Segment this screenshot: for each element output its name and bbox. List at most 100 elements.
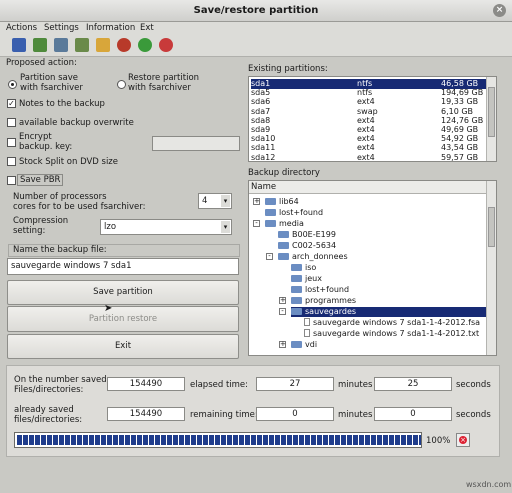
collapse-icon[interactable]: - — [266, 253, 273, 260]
partitions-scrollbar[interactable] — [486, 77, 496, 161]
folder-icon — [278, 253, 289, 260]
remaining-label: remaining time: — [190, 410, 258, 420]
help-icon[interactable] — [159, 38, 173, 52]
disk-save-icon[interactable] — [75, 38, 89, 52]
expand-icon[interactable]: + — [279, 341, 286, 348]
collapse-icon[interactable]: - — [253, 220, 260, 227]
radio-restore-partition[interactable] — [117, 80, 126, 89]
elapsed-minutes-value: 27 — [256, 377, 334, 391]
cancel-icon[interactable]: × — [456, 433, 470, 447]
menu-bar: Actions Settings Information Ext — [0, 22, 512, 35]
tree-item-label: sauvegarde windows 7 sda1-1-4-2012.fsa — [313, 318, 481, 327]
tree-file[interactable]: sauvegarde windows 7 sda1-1-4-2012.fsa — [304, 318, 480, 328]
tree-folder[interactable]: programmes — [291, 296, 356, 306]
file-icon — [304, 329, 310, 337]
folder-icon — [265, 198, 276, 205]
expand-icon[interactable]: + — [253, 198, 260, 205]
tree-folder[interactable]: lost+found — [265, 208, 323, 218]
partition-size: 59,57 GB — [441, 152, 479, 162]
proposed-action-label: Proposed action: — [6, 58, 77, 68]
refresh-icon[interactable] — [138, 38, 152, 52]
tree-folder[interactable]: jeux — [291, 274, 322, 284]
tree-item-label: lib64 — [279, 197, 299, 206]
backup-name-input[interactable]: sauvegarde windows 7 sda1 — [7, 258, 239, 275]
backup-directory-tree[interactable]: Name + lib64 lost+found - media B00E-E199 C002… — [248, 180, 497, 356]
exit-button[interactable]: Exit — [7, 334, 239, 359]
backup-name-label: Name the backup file: — [8, 244, 240, 257]
partition-fs: ext4 — [357, 152, 375, 162]
notes-label: Notes to the backup — [19, 99, 105, 109]
column-header-name[interactable]: Name — [249, 181, 486, 194]
file-icon — [304, 318, 310, 326]
folder-icon[interactable] — [96, 38, 110, 52]
folder-icon — [265, 209, 276, 216]
tree-file[interactable]: sauvegarde windows 7 sda1-1-4-2012.txt — [304, 329, 479, 339]
tree-folder[interactable]: arch_donnees — [278, 252, 348, 262]
progress-bar — [14, 432, 422, 448]
tree-item-label: jeux — [305, 274, 322, 283]
expand-icon[interactable]: + — [279, 297, 286, 304]
tree-folder[interactable]: C002-5634 — [278, 241, 336, 251]
partition-row[interactable]: sda12 ext4 59,57 GB — [251, 152, 487, 162]
tree-folder[interactable]: lost+found — [291, 285, 349, 295]
watermark: wsxdn.com — [466, 480, 512, 489]
compression-select[interactable]: lzo ▾ — [100, 219, 232, 235]
encrypt-label: Encrypt backup. key: — [19, 132, 73, 152]
existing-partitions-label: Existing partitions: — [248, 64, 328, 74]
partitions-list[interactable]: sda1 ntfs 46,58 GB sda5 ntfs 194,69 GB sda6 ext… — [248, 76, 497, 162]
radio-partition-save[interactable] — [8, 80, 17, 89]
window-title: Save/restore partition — [193, 5, 319, 16]
tree-item-label: lost+found — [305, 285, 350, 294]
scrollbar-thumb[interactable] — [488, 207, 495, 247]
close-window-icon[interactable]: × — [493, 4, 506, 17]
tree-folder[interactable]: lib64 — [265, 197, 299, 207]
save-pbr-checkbox[interactable] — [7, 176, 16, 185]
chevron-down-icon: ▾ — [221, 221, 230, 233]
compression-value: lzo — [104, 222, 117, 232]
toolbar — [0, 35, 512, 57]
folder-icon — [291, 341, 302, 348]
menu-ext[interactable]: Ext — [140, 23, 154, 33]
tree-item-label: arch_donnees — [292, 252, 348, 261]
scrollbar-thumb[interactable] — [488, 87, 495, 137]
processors-label: Number of processors cores for to be use… — [13, 192, 146, 212]
encrypt-checkbox[interactable] — [7, 138, 16, 147]
folder-icon — [291, 308, 302, 315]
partition-restore-button[interactable]: Partition restore — [7, 306, 239, 332]
tree-folder[interactable]: B00E-E199 — [278, 230, 336, 240]
seconds-label: seconds — [456, 410, 491, 420]
processors-select[interactable]: 4 ▾ — [198, 193, 232, 209]
tree-item-label: vdi — [305, 340, 318, 349]
tree-scrollbar[interactable] — [486, 181, 496, 355]
overwrite-checkbox[interactable] — [7, 118, 16, 127]
encryption-key-field[interactable] — [152, 136, 240, 151]
save-partition-button[interactable]: Save partition — [7, 280, 239, 305]
progress-text: 100% — [426, 436, 451, 446]
folder-icon — [265, 220, 276, 227]
tree-folder[interactable]: iso — [291, 263, 316, 273]
tree-folder[interactable]: media — [265, 219, 304, 229]
menu-information[interactable]: Information — [86, 23, 135, 33]
save-icon[interactable] — [12, 38, 26, 52]
notes-checkbox[interactable]: ✓ — [7, 99, 16, 108]
disk-icon[interactable] — [54, 38, 68, 52]
partition-name: sda12 — [251, 152, 276, 162]
restore-icon[interactable] — [33, 38, 47, 52]
bomb-icon[interactable] — [117, 38, 131, 52]
progress-fill — [17, 435, 421, 445]
seconds-label: seconds — [456, 380, 491, 390]
stock-split-checkbox[interactable] — [7, 157, 16, 166]
minutes-label: minutes — [338, 410, 373, 420]
folder-icon — [278, 231, 289, 238]
compression-label: Compression setting: — [13, 216, 69, 236]
elapsed-label: elapsed time: — [190, 380, 249, 390]
tree-item-label: sauvegardes — [305, 307, 357, 316]
menu-settings[interactable]: Settings — [44, 23, 79, 33]
backup-directory-label: Backup directory — [248, 168, 320, 178]
tree-folder[interactable]: sauvegardes — [291, 307, 486, 317]
menu-actions[interactable]: Actions — [6, 23, 37, 33]
collapse-icon[interactable]: - — [279, 308, 286, 315]
tree-folder[interactable]: vdi — [291, 340, 317, 350]
save-pbr-label: Save PBR — [17, 174, 64, 186]
tree-item-label: sauvegarde windows 7 sda1-1-4-2012.txt — [313, 329, 480, 338]
